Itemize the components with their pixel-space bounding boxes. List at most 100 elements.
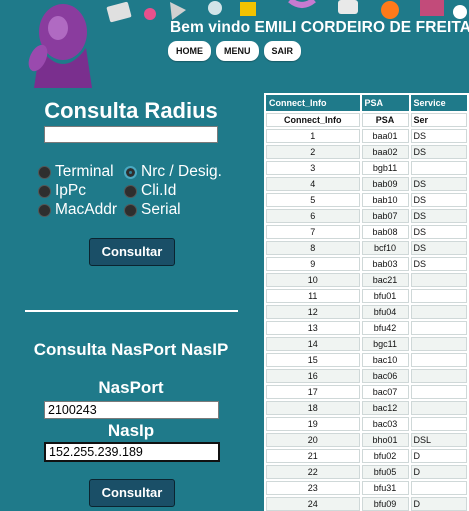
table-row[interactable]: 5 bab10 DS <box>266 193 467 207</box>
table-row[interactable]: 4 bab09 DS <box>266 177 467 191</box>
cell-connect-info: 6 <box>266 209 360 223</box>
header: Bem vindo EMILI CORDEIRO DE FREITAS HOME… <box>0 0 469 88</box>
table-row[interactable]: 1 baa01 DS <box>266 129 467 143</box>
cell-psa: bfu31 <box>361 481 409 495</box>
table-row[interactable]: 24 bfu09 D <box>266 497 467 511</box>
cell-connect-info: 3 <box>266 161 360 175</box>
cell-service: D <box>410 449 467 463</box>
menu-button[interactable]: MENU <box>216 41 259 61</box>
cell-psa: bac12 <box>361 401 409 415</box>
cell-service <box>410 337 467 351</box>
cell-connect-info: 17 <box>266 385 360 399</box>
radius-consultar-button[interactable]: Consultar <box>89 238 175 266</box>
cell-psa: bgb11 <box>361 161 409 175</box>
table-row[interactable]: 3 bgb11 <box>266 161 467 175</box>
radius-search-input[interactable] <box>44 126 218 143</box>
cell-service <box>410 385 467 399</box>
radio-label: Nrc / Desig. <box>141 163 222 180</box>
cell-psa: bab08 <box>361 225 409 239</box>
subheader-service: Ser <box>410 113 467 127</box>
cell-connect-info: 4 <box>266 177 360 191</box>
table-row[interactable]: 16 bac06 <box>266 369 467 383</box>
cell-service <box>410 305 467 319</box>
home-button[interactable]: HOME <box>168 41 211 61</box>
radio-serial[interactable]: Serial <box>124 201 181 219</box>
radio-terminal[interactable]: Terminal <box>38 163 114 181</box>
cell-psa: bfu04 <box>361 305 409 319</box>
radio-label: Serial <box>141 201 181 218</box>
logout-button[interactable]: SAIR <box>263 41 302 61</box>
cell-service: DS <box>410 129 467 143</box>
search-panel: Consulta Radius Terminal Nrc / Desig. Ip… <box>0 88 262 511</box>
cell-connect-info: 9 <box>266 257 360 271</box>
cell-psa: baa01 <box>361 129 409 143</box>
column-header-psa[interactable]: PSA <box>361 95 409 111</box>
cell-connect-info: 19 <box>266 417 360 431</box>
nasip-label: NasIp <box>107 421 155 440</box>
cell-psa: baa02 <box>361 145 409 159</box>
table-row[interactable]: 15 bac10 <box>266 353 467 367</box>
table-row[interactable]: 14 bgc11 <box>266 337 467 351</box>
cell-psa: bgc11 <box>361 337 409 351</box>
table-row[interactable]: 7 bab08 DS <box>266 225 467 239</box>
table-row[interactable]: 18 bac12 <box>266 401 467 415</box>
table-row[interactable]: 12 bfu04 <box>266 305 467 319</box>
results-table: Connect_Info PSA Service Connect_Info PS… <box>264 93 469 511</box>
cell-connect-info: 8 <box>266 241 360 255</box>
radio-dot-checked[interactable] <box>124 165 137 179</box>
radio-nrc-desig[interactable]: Nrc / Desig. <box>124 163 222 181</box>
cell-psa: bab03 <box>361 257 409 271</box>
cell-service: D <box>410 497 467 511</box>
radio-cli-id[interactable]: Cli.Id <box>124 182 176 200</box>
results-table-container[interactable]: Connect_Info PSA Service Connect_Info PS… <box>264 93 469 511</box>
nas-consultar-button[interactable]: Consultar <box>89 479 175 507</box>
cell-connect-info: 23 <box>266 481 360 495</box>
nav-bar: HOME MENU SAIR <box>168 41 302 61</box>
radio-label: MacAddr <box>55 201 118 218</box>
column-header-service[interactable]: Service <box>410 95 467 111</box>
subheader-psa: PSA <box>361 113 409 127</box>
table-row[interactable]: 23 bfu31 <box>266 481 467 495</box>
radio-dot[interactable] <box>38 184 51 198</box>
table-row[interactable]: 17 bac07 <box>266 385 467 399</box>
table-row[interactable]: 21 bfu02 D <box>266 449 467 463</box>
cell-psa: bcf10 <box>361 241 409 255</box>
column-header-connect-info[interactable]: Connect_Info <box>266 95 360 111</box>
cell-psa: bfu05 <box>361 465 409 479</box>
radio-dot[interactable] <box>38 165 51 179</box>
mascot-logo <box>28 4 92 88</box>
cell-service: DS <box>410 257 467 271</box>
radio-dot[interactable] <box>38 203 51 217</box>
table-row[interactable]: 11 bfu01 <box>266 289 467 303</box>
cell-service: DS <box>410 177 467 191</box>
table-row[interactable]: 13 bfu42 <box>266 321 467 335</box>
table-row[interactable]: 22 bfu05 D <box>266 465 467 479</box>
table-row[interactable]: 8 bcf10 DS <box>266 241 467 255</box>
cell-psa: bho01 <box>361 433 409 447</box>
welcome-message: Bem vindo EMILI CORDEIRO DE FREITAS <box>170 19 469 36</box>
cell-psa: bab07 <box>361 209 409 223</box>
cell-connect-info: 7 <box>266 225 360 239</box>
radio-ippc[interactable]: IpPc <box>38 182 86 200</box>
radio-dot[interactable] <box>124 203 137 217</box>
table-row[interactable]: 20 bho01 DSL <box>266 433 467 447</box>
cell-connect-info: 12 <box>266 305 360 319</box>
table-row[interactable]: 9 bab03 DS <box>266 257 467 271</box>
cell-connect-info: 20 <box>266 433 360 447</box>
table-row[interactable]: 10 bac21 <box>266 273 467 287</box>
cell-connect-info: 15 <box>266 353 360 367</box>
cell-psa: bac06 <box>361 369 409 383</box>
cell-service: DS <box>410 209 467 223</box>
nasip-input[interactable]: 152.255.239.189 <box>44 442 220 462</box>
cell-psa: bac21 <box>361 273 409 287</box>
table-row[interactable]: 6 bab07 DS <box>266 209 467 223</box>
radio-macaddr[interactable]: MacAddr <box>38 201 117 219</box>
cell-psa: bfu01 <box>361 289 409 303</box>
radio-label: IpPc <box>55 182 87 199</box>
table-row[interactable]: 19 bac03 <box>266 417 467 431</box>
cell-service: DS <box>410 145 467 159</box>
radio-dot[interactable] <box>124 184 137 198</box>
cell-service <box>410 369 467 383</box>
nasport-input[interactable]: 2100243 <box>44 401 219 419</box>
table-row[interactable]: 2 baa02 DS <box>266 145 467 159</box>
